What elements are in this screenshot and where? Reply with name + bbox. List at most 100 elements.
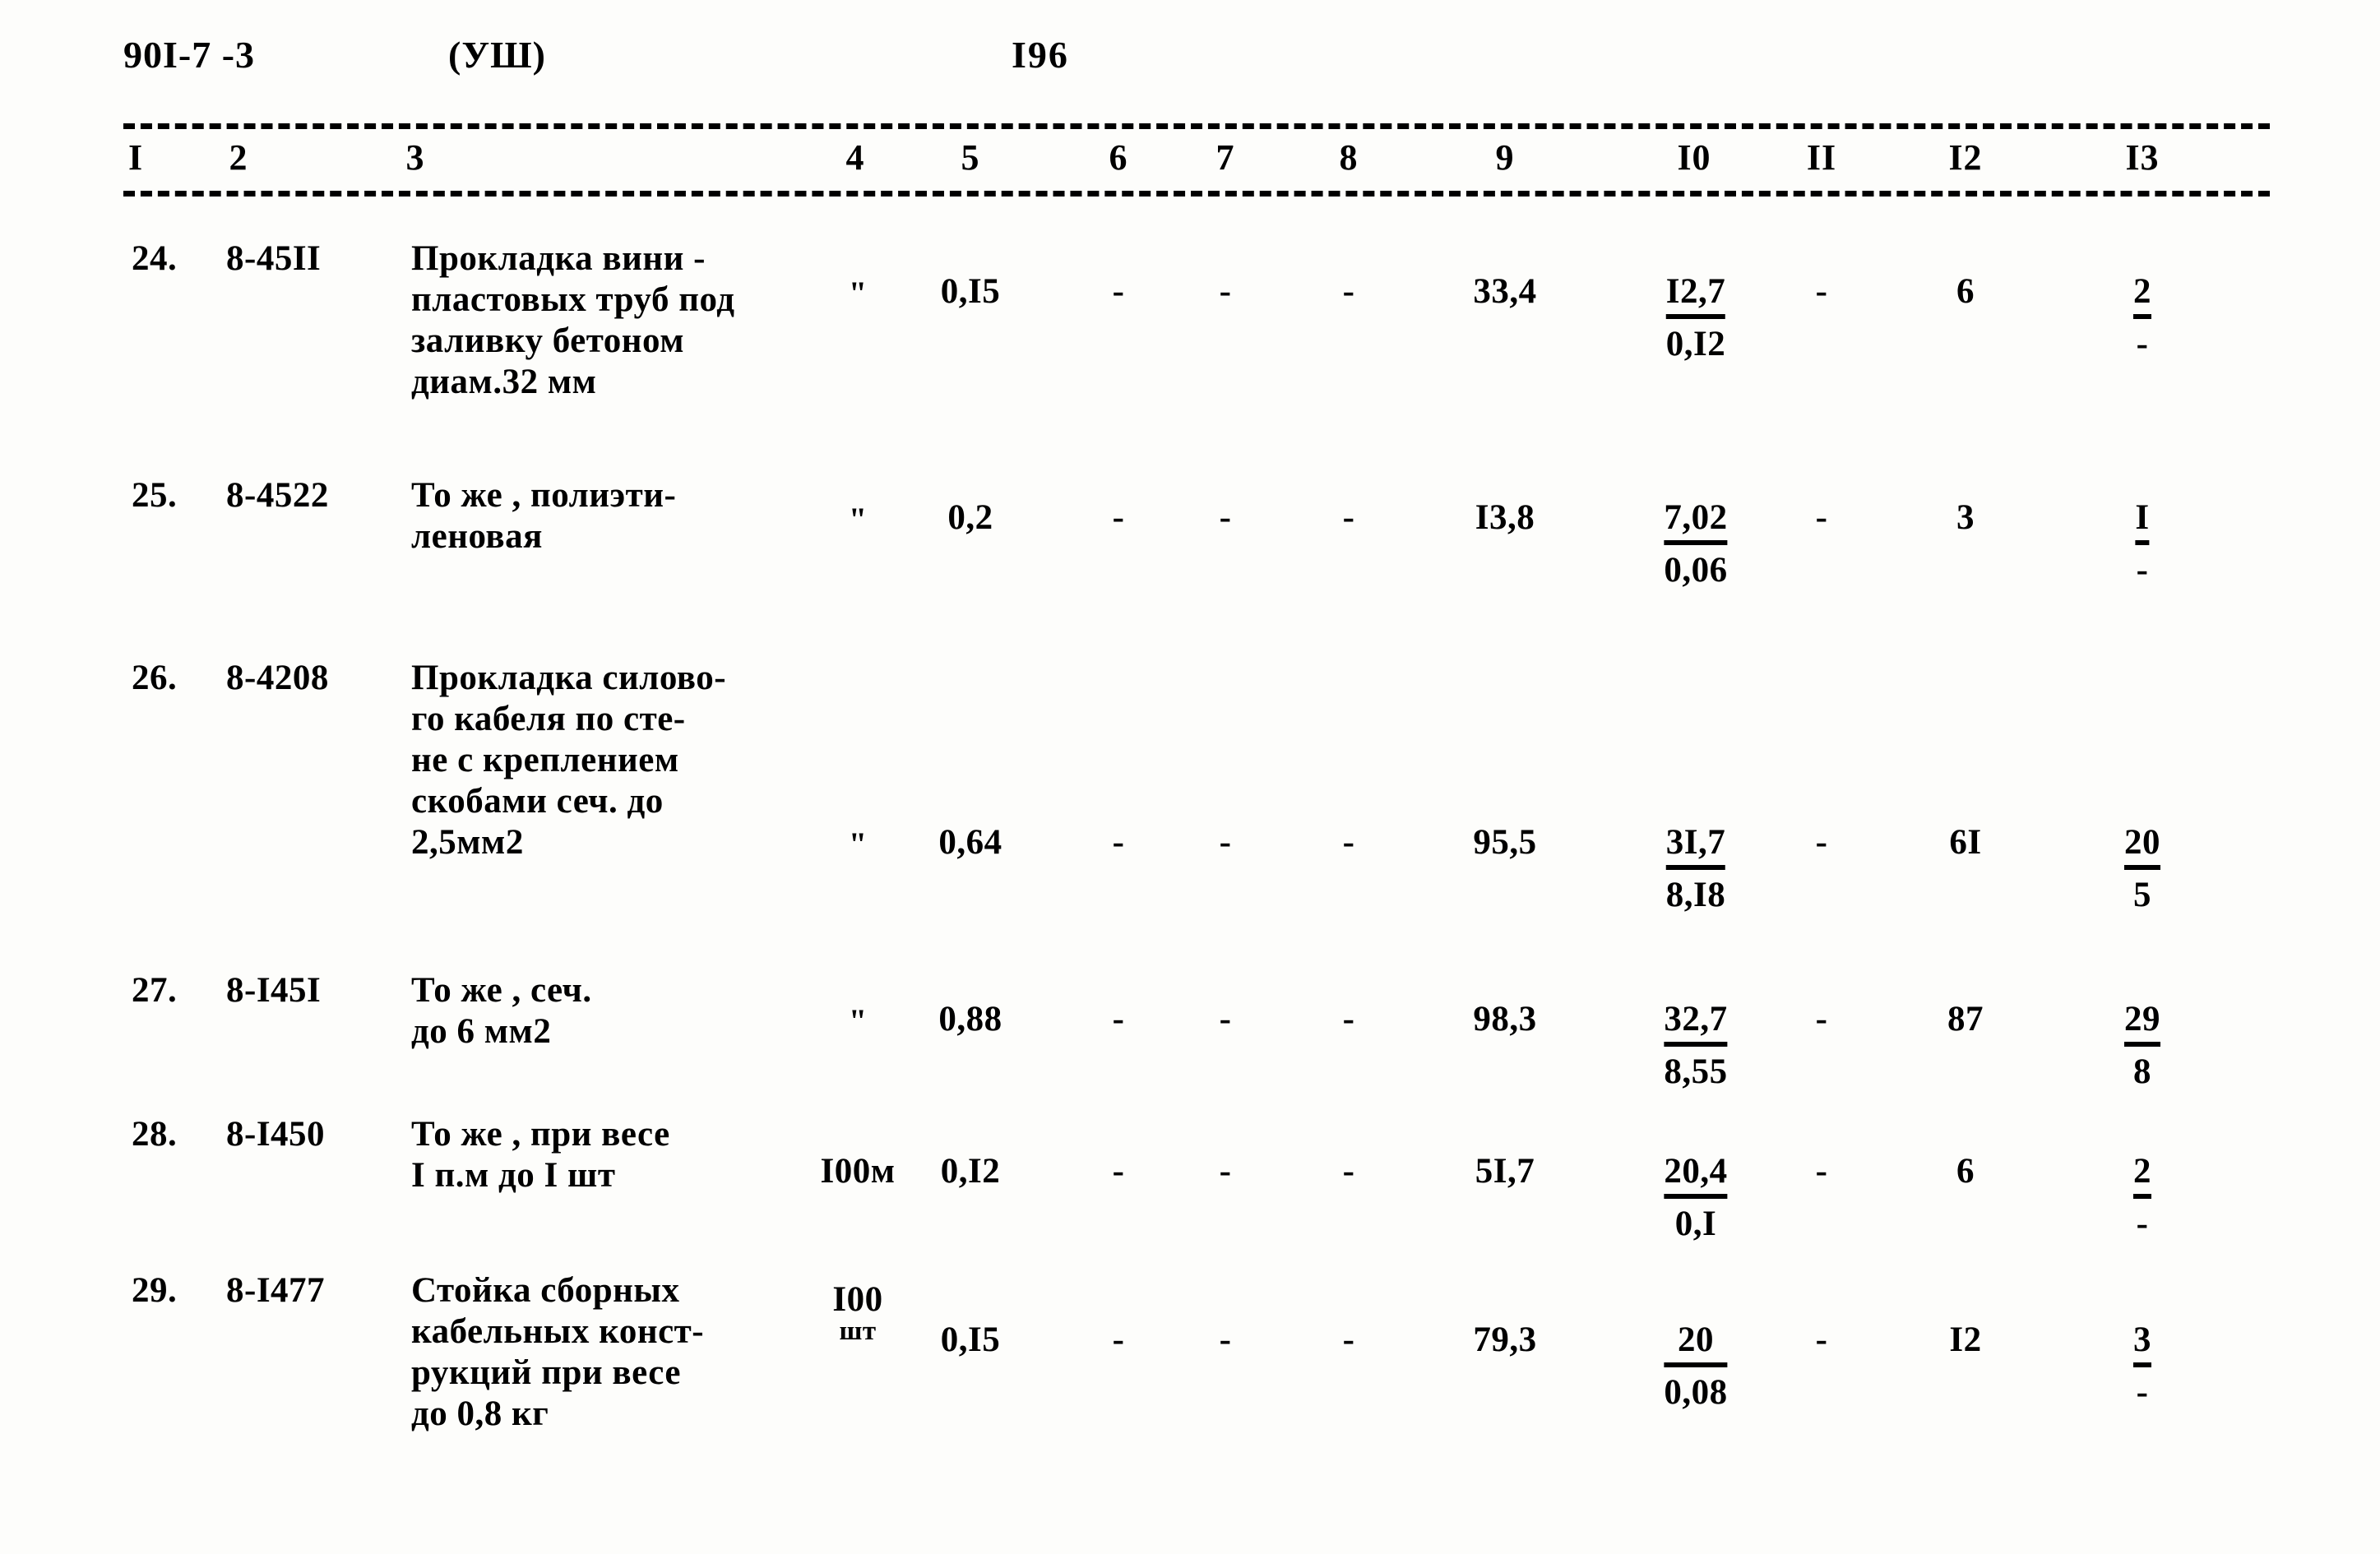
fraction-denominator: - xyxy=(2136,1204,2149,1243)
cell-col5: 0,2 xyxy=(947,498,993,537)
fraction-denominator: - xyxy=(2136,324,2149,363)
fraction-numerator: I2,7 xyxy=(1665,271,1726,319)
fraction-denominator: 0,I xyxy=(1674,1204,1717,1243)
column-header-5: 5 xyxy=(961,137,980,178)
cell-col6: - xyxy=(1112,823,1125,862)
cell-unit: I00 шт xyxy=(832,1280,883,1346)
row-number: 24. xyxy=(132,239,178,278)
document-series: (УШ) xyxy=(448,34,546,76)
cell-col12: I2 xyxy=(1949,1320,1982,1359)
cell-col10-fraction: 7,02 0,06 xyxy=(1664,497,1728,591)
cell-unit-sub: шт xyxy=(839,1316,877,1346)
cell-col5: 0,I5 xyxy=(940,1320,1001,1359)
cell-col9: 98,3 xyxy=(1473,1000,1537,1038)
row-number: 26. xyxy=(132,659,178,697)
column-header-II: II xyxy=(1806,137,1837,178)
fraction-numerator: 2 xyxy=(2133,271,2151,319)
row-description: То же , полиэти- леновая xyxy=(411,476,677,556)
column-header-row: I 2 3 4 5 6 7 8 9 I0 II I2 I3 xyxy=(0,136,2380,186)
cell-col6: - xyxy=(1112,1152,1125,1191)
page-number: I96 xyxy=(1012,34,1069,76)
cell-col13-fraction: 29 8 xyxy=(2124,999,2160,1093)
cell-col11: - xyxy=(1815,1320,1828,1359)
cell-col6: - xyxy=(1112,1000,1125,1038)
row-code: 8-4522 xyxy=(226,476,329,515)
cell-col11: - xyxy=(1815,1152,1828,1191)
cell-col10-fraction: 3I,7 8,I8 xyxy=(1665,822,1726,916)
fraction-denominator: 8,55 xyxy=(1664,1052,1728,1091)
fraction-numerator: 20 xyxy=(2124,822,2160,870)
row-code: 8-4208 xyxy=(226,659,329,697)
cell-col8: - xyxy=(1342,823,1355,862)
column-header-I: I xyxy=(127,137,144,178)
row-number: 27. xyxy=(132,971,178,1010)
cell-col13-fraction: 3- xyxy=(2133,1320,2151,1413)
table-top-rule xyxy=(123,123,2270,129)
cell-col8: - xyxy=(1342,1152,1355,1191)
cell-unit: " xyxy=(848,1002,868,1039)
document-header: 90I-7 -3 (УШ) I96 xyxy=(0,33,2380,90)
cell-col12: 6 xyxy=(1956,1152,1975,1191)
cell-col7: - xyxy=(1219,1152,1232,1191)
cell-col9: 79,3 xyxy=(1473,1320,1537,1359)
cell-col10-fraction: I2,7 0,I2 xyxy=(1665,271,1726,365)
table-header-rule xyxy=(123,191,2270,197)
row-description: Прокладка вини - пластовых труб под зали… xyxy=(411,239,735,401)
cell-col5: 0,I2 xyxy=(940,1152,1001,1191)
cell-col10-fraction: 32,7 8,55 xyxy=(1664,999,1728,1093)
column-header-I0: I0 xyxy=(1677,137,1711,178)
cell-col13-fraction: 2- xyxy=(2133,271,2151,365)
cell-unit: " xyxy=(848,275,868,312)
fraction-denominator: 0,I2 xyxy=(1665,324,1726,363)
cell-col12: 6I xyxy=(1949,823,1982,862)
cell-col9: I3,8 xyxy=(1475,498,1535,537)
cell-col7: - xyxy=(1219,1000,1232,1038)
column-header-I2: I2 xyxy=(1948,137,1983,178)
fraction-denominator: 8 xyxy=(2133,1052,2151,1091)
cell-col8: - xyxy=(1342,1000,1355,1038)
scanned-page: 90I-7 -3 (УШ) I96 I 2 3 4 5 6 7 8 9 I0 II I2 I3 24. 8… xyxy=(0,0,2380,1554)
row-number: 28. xyxy=(132,1115,178,1154)
cell-col9: 5I,7 xyxy=(1475,1152,1535,1191)
cell-col7: - xyxy=(1219,272,1232,311)
fraction-numerator: 7,02 xyxy=(1664,497,1728,545)
row-code: 8-I477 xyxy=(226,1271,326,1310)
cell-col8: - xyxy=(1342,1320,1355,1359)
column-header-7: 7 xyxy=(1215,137,1235,178)
cell-col12: 6 xyxy=(1956,272,1975,311)
column-header-6: 6 xyxy=(1109,137,1128,178)
fraction-denominator: - xyxy=(2136,550,2149,590)
cell-col8: - xyxy=(1342,498,1355,537)
fraction-numerator: 3 xyxy=(2133,1320,2151,1367)
cell-col7: - xyxy=(1219,823,1232,862)
cell-col7: - xyxy=(1219,1320,1232,1359)
row-description: Стойка сборных кабельных конст- рукций п… xyxy=(411,1271,705,1433)
fraction-numerator: 20,4 xyxy=(1664,1151,1728,1199)
cell-col10-fraction: 20 0,08 xyxy=(1664,1320,1728,1413)
column-header-4: 4 xyxy=(845,137,865,178)
cell-col5: 0,I5 xyxy=(940,272,1001,311)
cell-col12: 3 xyxy=(1956,498,1975,537)
cell-unit: " xyxy=(848,501,868,538)
cell-col6: - xyxy=(1112,272,1125,311)
cell-col10-fraction: 20,4 0,I xyxy=(1664,1151,1728,1245)
cell-col9: 95,5 xyxy=(1473,823,1537,862)
fraction-denominator: 8,I8 xyxy=(1665,875,1726,914)
fraction-numerator: I xyxy=(2135,497,2150,545)
document-code: 90I-7 -3 xyxy=(123,34,256,76)
cell-col13-fraction: I- xyxy=(2135,497,2150,591)
column-header-9: 9 xyxy=(1495,137,1515,178)
cell-col7: - xyxy=(1219,498,1232,537)
cell-col5: 0,64 xyxy=(938,823,1002,862)
cell-col11: - xyxy=(1815,498,1828,537)
row-description: Прокладка силово- го кабеля по сте- не с… xyxy=(411,659,727,862)
cell-unit: I00м xyxy=(820,1152,896,1191)
cell-col13-fraction: 2- xyxy=(2133,1151,2151,1245)
fraction-denominator: - xyxy=(2136,1372,2149,1412)
cell-unit: " xyxy=(848,826,868,863)
cell-col6: - xyxy=(1112,1320,1125,1359)
row-code: 8-45II xyxy=(226,239,322,278)
cell-col9: 33,4 xyxy=(1473,272,1537,311)
cell-col12: 87 xyxy=(1947,1000,1984,1038)
row-code: 8-I45I xyxy=(226,971,322,1010)
